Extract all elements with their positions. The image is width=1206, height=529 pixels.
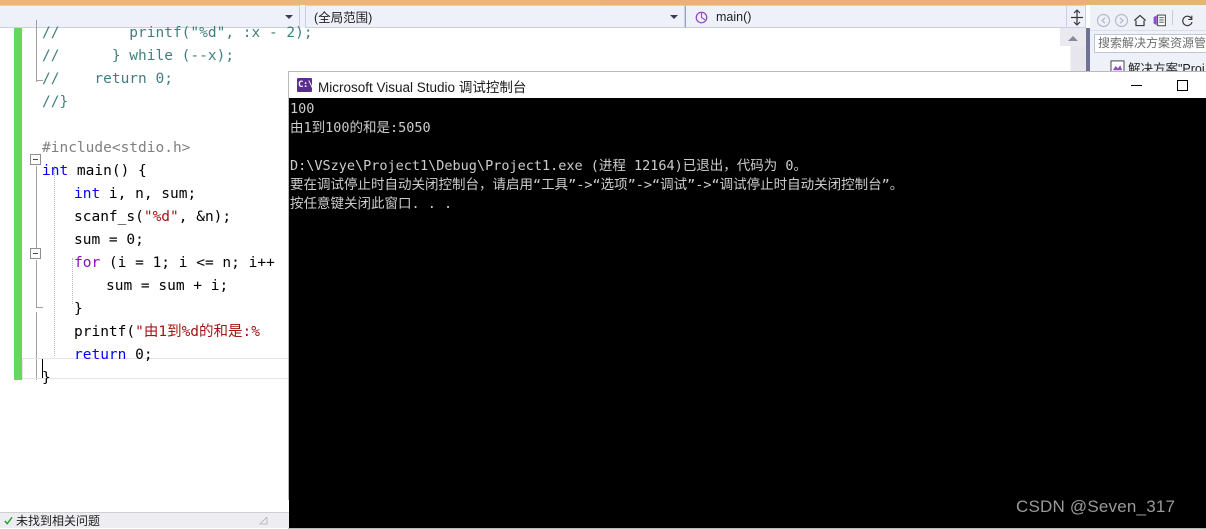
- navbar-scope-dropdown[interactable]: (全局范围): [305, 5, 685, 28]
- code-token: // return 0;: [42, 71, 173, 87]
- code-token: return: [74, 347, 127, 363]
- navbar-member-dropdown[interactable]: main(): [685, 5, 1085, 28]
- refresh-icon[interactable]: [1180, 13, 1195, 28]
- console-app-icon: C:\: [297, 78, 313, 92]
- console-output-line: 由1到100的和是:5050: [290, 120, 431, 136]
- maximize-button[interactable]: [1160, 72, 1206, 98]
- code-token: "%d": [143, 209, 179, 225]
- error-list-tab[interactable]: 未找到相关问题: [0, 513, 289, 528]
- code-token: "由1到%d的和是:%: [135, 324, 260, 340]
- code-line: }: [42, 367, 51, 390]
- code-line: for (i = 1; i <= n; i++: [74, 252, 275, 275]
- console-title-bar[interactable]: C:\ Microsoft Visual Studio 调试控制台: [289, 72, 1206, 98]
- code-token: #include: [42, 140, 112, 156]
- console-output-area[interactable]: 100 由1到100的和是:5050 D:\VSzye\Project1\Debug…: [289, 98, 1206, 528]
- code-token: int: [42, 163, 69, 179]
- code-line: int i, n, sum;: [74, 183, 196, 206]
- code-line: int main() {: [42, 160, 147, 183]
- toolbar-divider: [1172, 10, 1173, 25]
- console-output-line: 100: [290, 101, 315, 117]
- code-token: //}: [42, 94, 69, 110]
- code-token: }: [42, 370, 51, 386]
- code-line: return 0;: [74, 344, 153, 367]
- search-placeholder-text: 搜索解决方案资源管: [1098, 36, 1206, 50]
- navbar-scope-label: (全局范围): [314, 11, 373, 25]
- code-token: // } while (--x);: [42, 48, 235, 64]
- code-token: int: [74, 186, 101, 202]
- code-line: sum = 0;: [74, 229, 144, 252]
- selection-margin[interactable]: [0, 28, 14, 500]
- resize-grip-icon[interactable]: [258, 517, 268, 525]
- code-line: // printf("%d", :x - 2);: [42, 22, 313, 45]
- code-token: , &n);: [178, 209, 232, 225]
- outline-guide: [36, 20, 37, 82]
- collapse-region-for[interactable]: [30, 248, 41, 259]
- console-title-text: Microsoft Visual Studio 调试控制台: [318, 80, 527, 95]
- collapse-region-main[interactable]: [30, 154, 41, 165]
- code-line: }: [74, 298, 83, 321]
- split-window-button[interactable]: [1066, 5, 1086, 28]
- split-window-icon: [1071, 9, 1083, 26]
- code-line: printf("由1到%d的和是:%: [74, 321, 260, 344]
- code-line: //}: [42, 91, 68, 114]
- code-token: i, n, sum;: [100, 186, 197, 202]
- back-arrow-icon[interactable]: [1096, 13, 1111, 28]
- console-output-line: D:\VSzye\Project1\Debug\Project1.exe (进程…: [290, 158, 808, 174]
- check-icon: [4, 516, 13, 525]
- chevron-down-icon: [670, 14, 678, 19]
- chevron-up-icon: [1068, 36, 1078, 41]
- code-token: // printf("%d", :x - 2);: [42, 25, 313, 41]
- debug-console-window[interactable]: C:\ Microsoft Visual Studio 调试控制台 100 由1到…: [289, 72, 1206, 528]
- home-icon[interactable]: [1132, 13, 1148, 28]
- minimize-button[interactable]: [1114, 72, 1160, 98]
- change-indicator-bar: [14, 28, 22, 380]
- code-token: main() {: [68, 163, 147, 179]
- outline-guide-end: [36, 307, 43, 308]
- maximize-icon: [1177, 80, 1188, 91]
- outline-guide: [36, 260, 37, 308]
- code-line: // return 0;: [42, 68, 173, 91]
- outline-guide: [36, 166, 37, 252]
- solution-explorer-search-input[interactable]: 搜索解决方案资源管: [1094, 34, 1206, 53]
- code-line: // } while (--x);: [42, 45, 234, 68]
- code-token: printf(: [74, 324, 136, 340]
- error-list-label: 未找到相关问题: [16, 514, 101, 528]
- console-icon-text: C:\: [298, 80, 313, 90]
- properties-icon[interactable]: [1152, 13, 1168, 28]
- code-token: }: [74, 301, 83, 317]
- solution-explorer-toolbar: [1090, 5, 1206, 31]
- code-token: for: [74, 255, 101, 271]
- chevron-down-icon: [285, 14, 293, 19]
- forward-arrow-icon[interactable]: [1114, 13, 1129, 28]
- code-token: 0;: [126, 347, 153, 363]
- indent-guide: [54, 166, 56, 356]
- minimize-icon: [1131, 85, 1142, 86]
- code-token: sum = sum + i;: [106, 278, 229, 294]
- code-line: sum = sum + i;: [106, 275, 228, 298]
- console-output-line: 按任意键关闭此窗口. . .: [290, 196, 453, 212]
- code-token: sum = 0;: [74, 232, 144, 248]
- csdn-watermark: CSDN @Seven_317: [1016, 497, 1176, 516]
- code-token: <stdio.h>: [111, 140, 191, 156]
- method-icon: [695, 11, 708, 24]
- code-token: scanf_s(: [74, 209, 144, 225]
- code-line: #include<stdio.h>: [42, 137, 190, 160]
- code-line: scanf_s("%d", &n);: [74, 206, 231, 229]
- code-token: (i = 1; i <= n; i++: [100, 255, 275, 271]
- console-output-line: 要在调试停止时自动关闭控制台，请启用“工具”->“选项”->“调试”->“调试停…: [290, 177, 904, 193]
